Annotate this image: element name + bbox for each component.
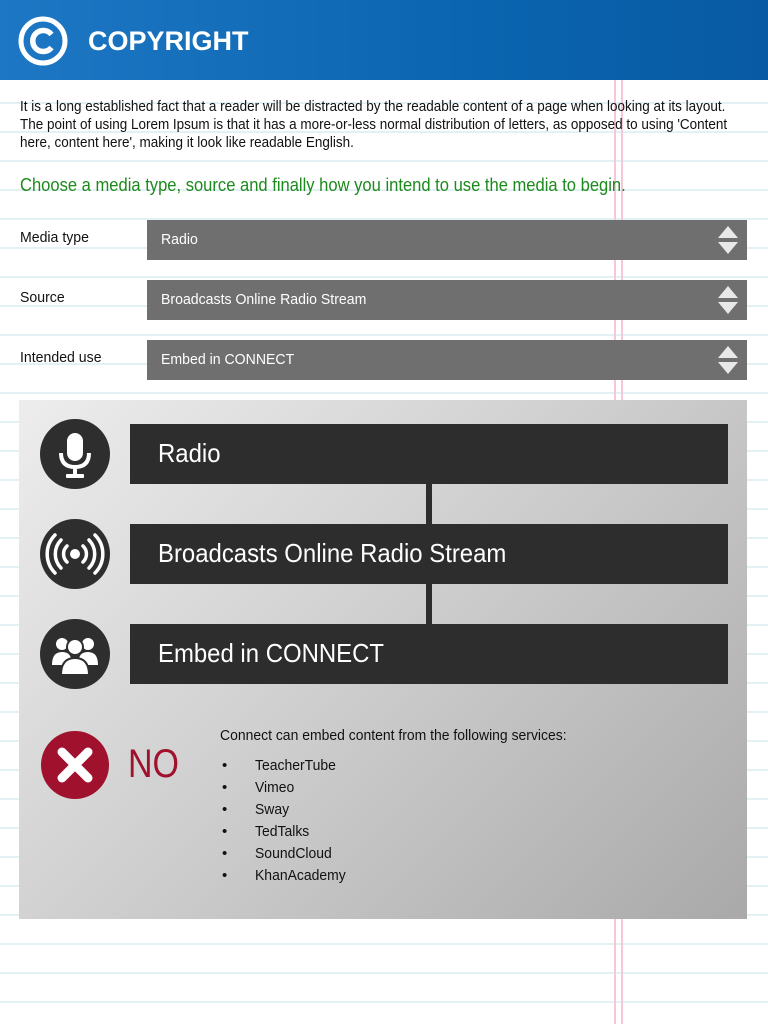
intended-use-select[interactable]: Embed in CONNECT xyxy=(147,340,747,380)
service-name: KhanAcademy xyxy=(255,867,346,884)
step-intended-use-label: Embed in CONNECT xyxy=(158,638,384,668)
intro-paragraph: It is a long established fact that a rea… xyxy=(20,99,728,151)
step-media-type: Radio xyxy=(130,424,728,484)
services-intro: Connect can embed content from the follo… xyxy=(220,727,567,744)
select-arrows-icon xyxy=(718,346,738,374)
service-name: Vimeo xyxy=(255,779,295,796)
bullet: • xyxy=(222,823,228,840)
step-intended-use: Embed in CONNECT xyxy=(130,624,728,684)
page-title: COPYRIGHT xyxy=(88,26,249,56)
bullet: • xyxy=(222,779,228,796)
service-name: TedTalks xyxy=(255,823,310,840)
media-type-select[interactable]: Radio xyxy=(147,220,747,260)
group-icon xyxy=(40,619,110,689)
step-connector xyxy=(426,484,432,524)
service-name: TeacherTube xyxy=(255,757,336,774)
page-header: COPYRIGHT xyxy=(0,0,768,80)
bullet: • xyxy=(222,845,228,862)
step-connector xyxy=(426,584,432,624)
service-name: SoundCloud xyxy=(255,845,332,862)
result-label: NO xyxy=(128,742,179,786)
media-type-value: Radio xyxy=(161,231,198,248)
source-select[interactable]: Broadcasts Online Radio Stream xyxy=(147,280,747,320)
intended-use-label: Intended use xyxy=(20,349,102,366)
step-media-type-label: Radio xyxy=(158,438,221,468)
bullet: • xyxy=(222,801,228,818)
step-source: Broadcasts Online Radio Stream xyxy=(130,524,728,584)
result-panel: Radio Broadcasts Online Radio Stream Emb… xyxy=(19,400,747,919)
select-arrows-icon xyxy=(718,286,738,314)
step-source-label: Broadcasts Online Radio Stream xyxy=(158,538,507,568)
copyright-icon xyxy=(18,16,68,66)
x-circle-icon xyxy=(41,731,109,799)
bullet: • xyxy=(222,867,228,884)
source-value: Broadcasts Online Radio Stream xyxy=(161,291,367,308)
bullet: • xyxy=(222,757,228,774)
select-arrows-icon xyxy=(718,226,738,254)
broadcast-icon xyxy=(40,519,110,589)
source-label: Source xyxy=(20,289,65,306)
instruction-text: Choose a media type, source and finally … xyxy=(20,175,626,195)
microphone-icon xyxy=(40,419,110,489)
media-type-label: Media type xyxy=(20,229,89,246)
intended-use-value: Embed in CONNECT xyxy=(161,351,295,368)
service-name: Sway xyxy=(255,801,290,818)
